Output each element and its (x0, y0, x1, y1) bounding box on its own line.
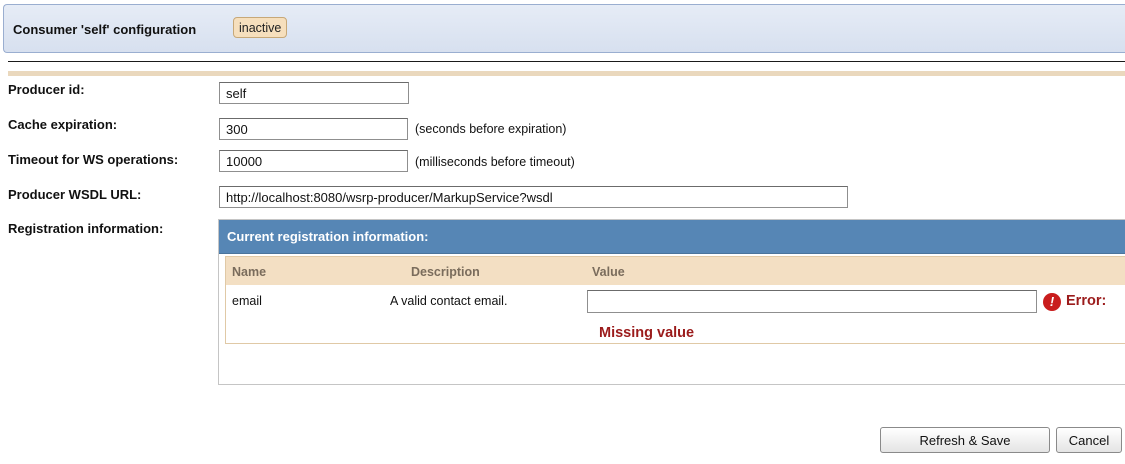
wsdl-url-label: Producer WSDL URL: (8, 187, 142, 202)
registration-label: Registration information: (8, 221, 164, 236)
timeout-label: Timeout for WS operations: (8, 152, 179, 167)
cancel-button[interactable]: Cancel (1056, 427, 1122, 453)
registration-table: Name Description Value email A valid con… (225, 256, 1125, 344)
registration-title-bar: Current registration information: (219, 220, 1125, 254)
cache-expiration-label: Cache expiration: (8, 117, 118, 132)
email-value-input[interactable] (587, 290, 1037, 313)
cache-expiration-hint: (seconds before expiration) (415, 122, 567, 136)
column-header-description: Description (411, 265, 480, 279)
divider (8, 61, 1125, 62)
timeout-input[interactable] (219, 150, 408, 172)
refresh-save-button[interactable]: Refresh & Save (880, 427, 1050, 453)
producer-id-input[interactable] (219, 82, 409, 104)
registration-title: Current registration information: (227, 229, 429, 244)
column-header-value: Value (592, 265, 625, 279)
divider-accent (8, 71, 1125, 76)
config-header: Consumer 'self' configuration inactive (3, 4, 1125, 53)
exclamation-circle-icon: ! (1043, 293, 1061, 311)
producer-id-label: Producer id: (8, 82, 85, 97)
wsdl-url-input[interactable] (219, 186, 848, 208)
row-description-cell: A valid contact email. (390, 294, 508, 308)
table-header: Name Description Value (226, 257, 1125, 285)
row-name-cell: email (232, 294, 262, 308)
error-label: Error: (1066, 293, 1107, 309)
cache-expiration-input[interactable] (219, 118, 408, 140)
page-title: Consumer 'self' configuration (13, 22, 197, 37)
column-header-name: Name (232, 265, 267, 279)
status-badge: inactive (233, 17, 288, 38)
timeout-hint: (milliseconds before timeout) (415, 155, 575, 169)
error-message: Missing value (599, 325, 695, 341)
registration-panel: Current registration information: Name D… (218, 219, 1125, 385)
